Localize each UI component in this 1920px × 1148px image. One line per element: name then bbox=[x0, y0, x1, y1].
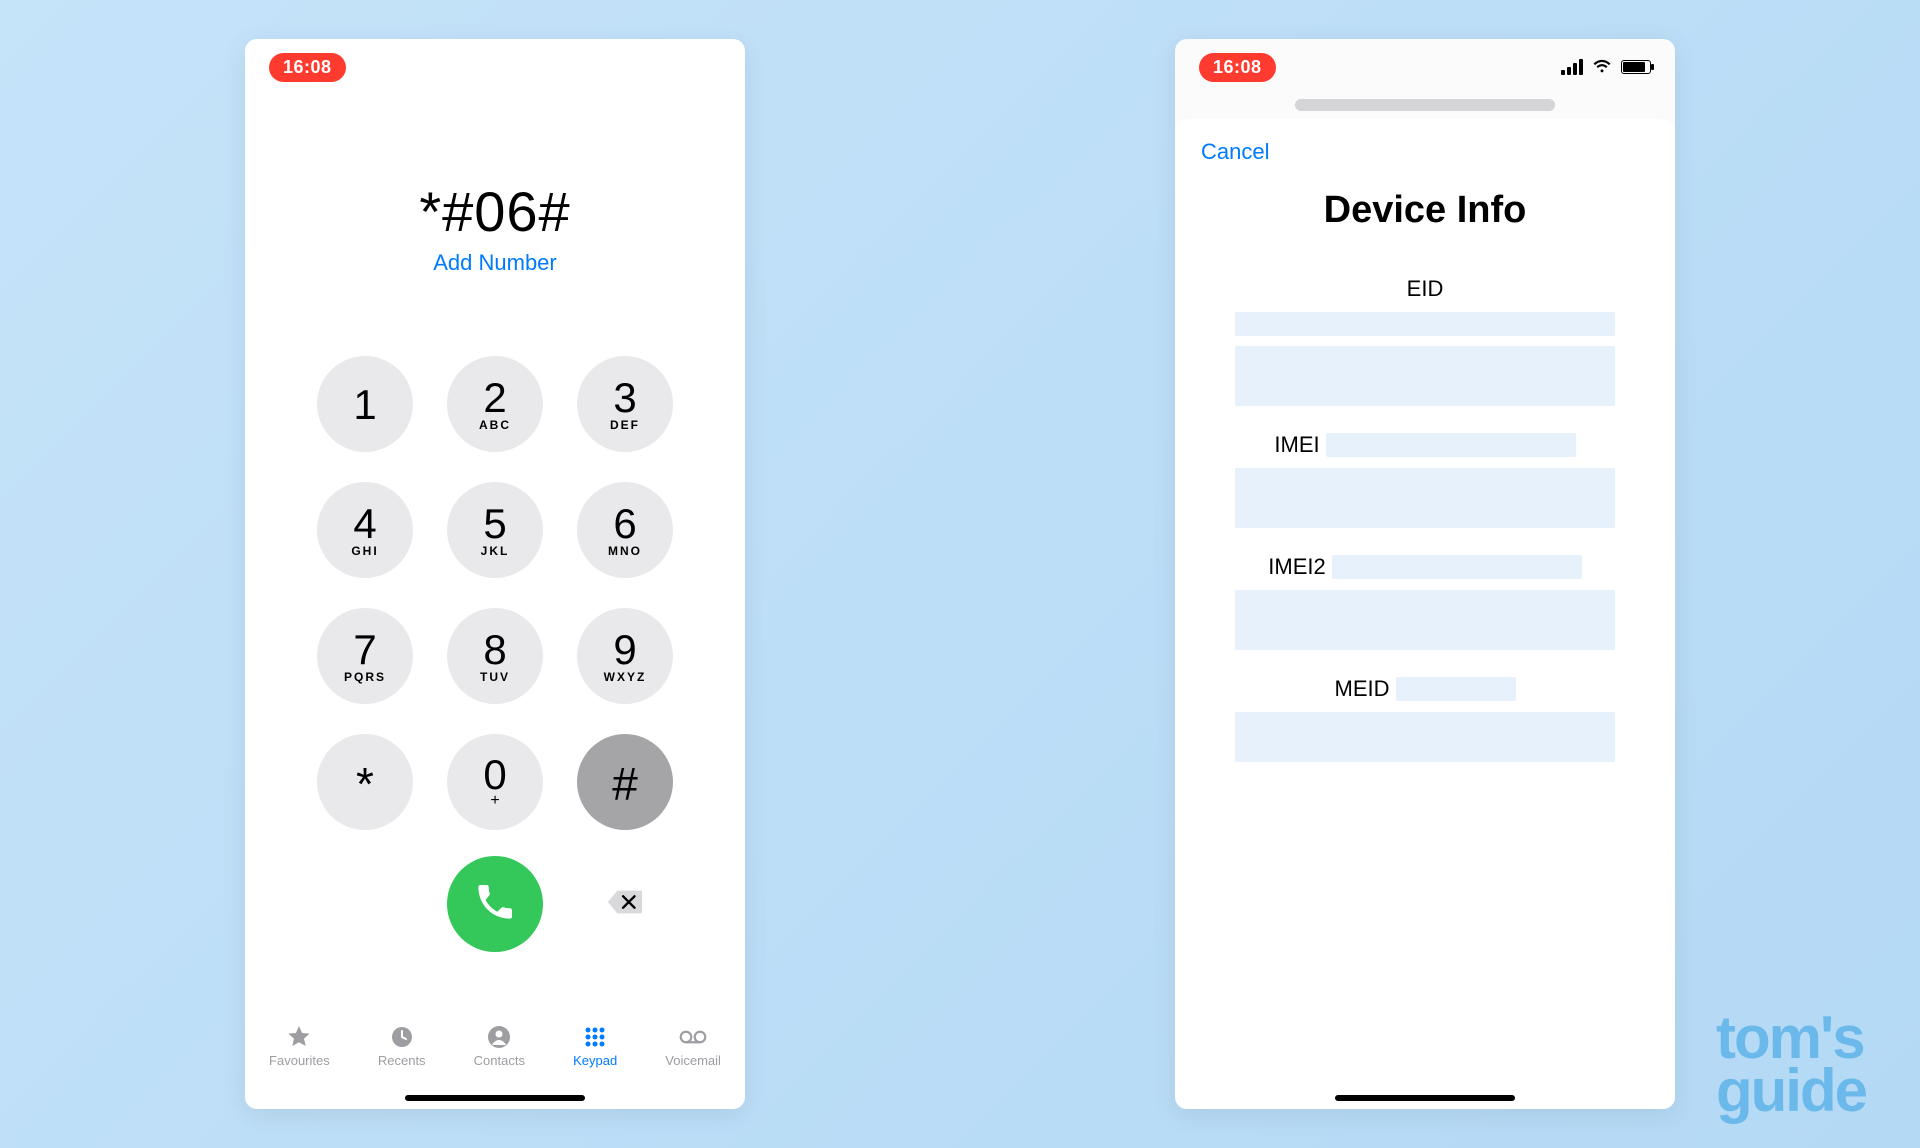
device-info-title: Device Info bbox=[1175, 189, 1675, 232]
cellular-signal-icon bbox=[1561, 59, 1583, 75]
eid-value-redacted bbox=[1235, 312, 1615, 336]
key-0[interactable]: 0+ bbox=[447, 734, 543, 830]
person-icon bbox=[485, 1025, 513, 1049]
call-button[interactable] bbox=[447, 856, 543, 952]
key-7[interactable]: 7PQRS bbox=[317, 608, 413, 704]
cancel-button[interactable]: Cancel bbox=[1175, 119, 1675, 165]
device-info-list: EID IMEI IMEI2 MEID bbox=[1175, 276, 1675, 762]
key-8[interactable]: 8TUV bbox=[447, 608, 543, 704]
imei2-block: IMEI2 bbox=[1211, 554, 1639, 650]
tab-favourites[interactable]: Favourites bbox=[269, 1025, 330, 1109]
imei2-value-redacted bbox=[1332, 555, 1582, 579]
call-row bbox=[245, 856, 745, 952]
key-6[interactable]: 6MNO bbox=[577, 482, 673, 578]
key-4[interactable]: 4GHI bbox=[317, 482, 413, 578]
meid-label: MEID bbox=[1335, 676, 1390, 702]
key-hash[interactable]: # bbox=[577, 734, 673, 830]
status-time-pill: 16:08 bbox=[1199, 53, 1276, 82]
key-1[interactable]: 1 bbox=[317, 356, 413, 452]
eid-label: EID bbox=[1407, 276, 1444, 302]
sheet-grabber[interactable] bbox=[1295, 99, 1555, 111]
tab-voicemail[interactable]: Voicemail bbox=[665, 1025, 721, 1109]
status-bar: 16:08 bbox=[1175, 39, 1675, 95]
key-star[interactable]: * bbox=[317, 734, 413, 830]
imei-label: IMEI bbox=[1274, 432, 1319, 458]
backspace-icon bbox=[606, 888, 644, 921]
meid-value-redacted bbox=[1396, 677, 1516, 701]
key-9[interactable]: 9WXYZ bbox=[577, 608, 673, 704]
phone-icon bbox=[474, 881, 516, 928]
key-3[interactable]: 3DEF bbox=[577, 356, 673, 452]
eid-block: EID bbox=[1211, 276, 1639, 406]
wifi-icon bbox=[1591, 54, 1613, 81]
imei2-label: IMEI2 bbox=[1268, 554, 1325, 580]
battery-icon bbox=[1621, 60, 1651, 74]
keypad-grid: 1 2ABC 3DEF 4GHI 5JKL 6MNO 7PQRS 8TUV 9W… bbox=[245, 356, 745, 830]
watermark-logo: tom's guide bbox=[1716, 1012, 1866, 1118]
star-icon bbox=[285, 1025, 313, 1049]
imei-block: IMEI bbox=[1211, 432, 1639, 528]
dialer-display: *#06# Add Number bbox=[245, 179, 745, 276]
add-number-button[interactable]: Add Number bbox=[245, 250, 745, 276]
status-icons bbox=[1561, 54, 1651, 81]
phone-dialer: 16:08 *#06# Add Number 1 2ABC 3DEF 4GHI … bbox=[245, 39, 745, 1109]
keypad-icon bbox=[581, 1025, 609, 1049]
status-bar: 16:08 bbox=[245, 39, 745, 95]
imei-value-redacted bbox=[1326, 433, 1576, 457]
home-indicator[interactable] bbox=[1335, 1095, 1515, 1101]
status-time-pill: 16:08 bbox=[269, 53, 346, 82]
key-5[interactable]: 5JKL bbox=[447, 482, 543, 578]
meid-block: MEID bbox=[1211, 676, 1639, 762]
imei-barcode-redacted bbox=[1235, 468, 1615, 528]
imei2-barcode-redacted bbox=[1235, 590, 1615, 650]
eid-barcode-redacted bbox=[1235, 346, 1615, 406]
voicemail-icon bbox=[679, 1025, 707, 1049]
key-2[interactable]: 2ABC bbox=[447, 356, 543, 452]
dialed-number: *#06# bbox=[245, 179, 745, 244]
backspace-button[interactable] bbox=[577, 888, 673, 921]
clock-icon bbox=[388, 1025, 416, 1049]
home-indicator[interactable] bbox=[405, 1095, 585, 1101]
meid-barcode-redacted bbox=[1235, 712, 1615, 762]
phone-device-info: 16:08 Cancel Device Info EID IMEI bbox=[1175, 39, 1675, 1109]
